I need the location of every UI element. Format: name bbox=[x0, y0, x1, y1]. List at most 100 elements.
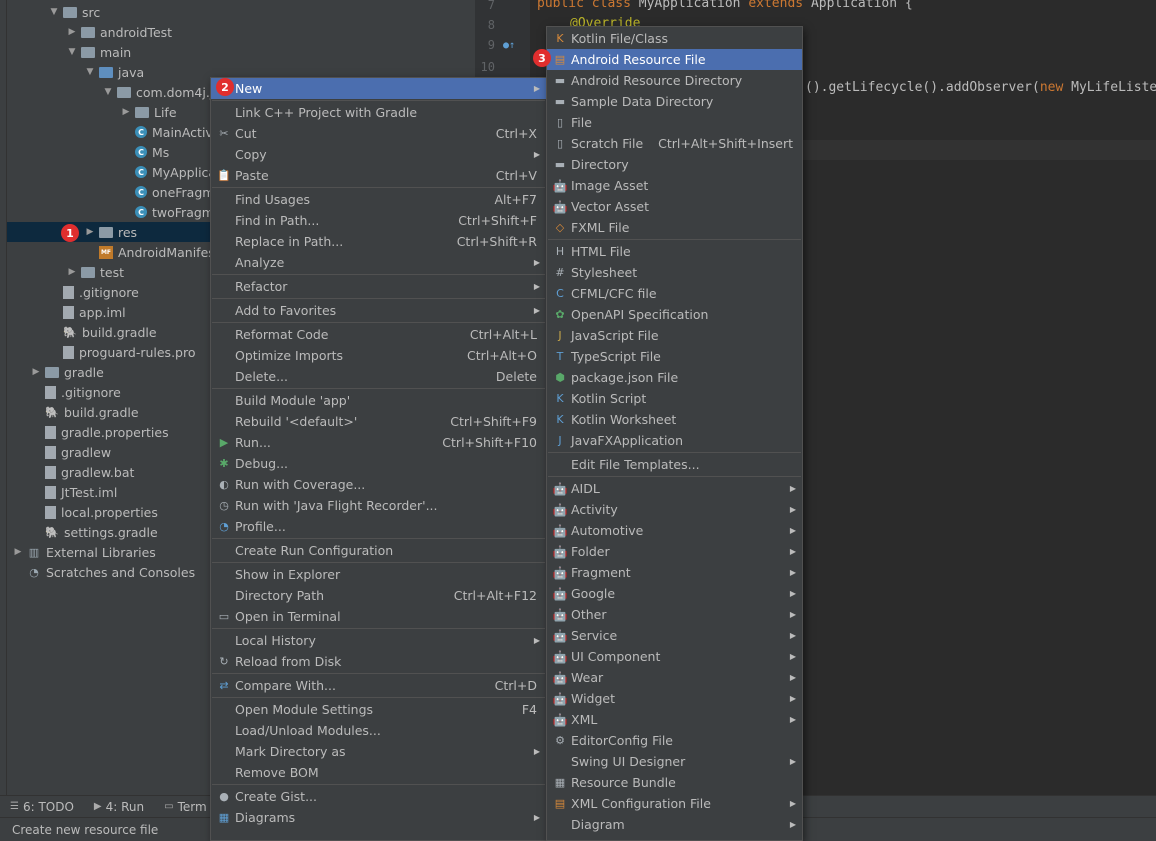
left-tool-strip[interactable] bbox=[0, 0, 7, 795]
cut-icon: ✂ bbox=[219, 127, 229, 140]
expand-down-icon[interactable]: ▼ bbox=[83, 67, 97, 77]
menu-item[interactable]: Swing UI Designer ▶ bbox=[547, 751, 802, 772]
menu-item[interactable]: ● Create Gist... bbox=[211, 786, 546, 807]
menu-item[interactable]: # Stylesheet bbox=[547, 262, 802, 283]
expand-down-icon[interactable]: ▼ bbox=[101, 87, 115, 97]
menu-item[interactable]: ▤ Android Resource File bbox=[547, 49, 802, 70]
menu-item[interactable]: ▭ Open in Terminal bbox=[211, 606, 546, 627]
menu-item[interactable]: ✱ Debug... bbox=[211, 453, 546, 474]
menu-item[interactable]: Remove BOM bbox=[211, 762, 546, 783]
menu-item[interactable]: Analyze ▶ bbox=[211, 252, 546, 273]
menu-item[interactable]: ▯ Scratch File Ctrl+Alt+Shift+Insert bbox=[547, 133, 802, 154]
menu-item[interactable]: H HTML File bbox=[547, 241, 802, 262]
menu-item[interactable]: ▬ Android Resource Directory bbox=[547, 70, 802, 91]
menu-item[interactable]: 🤖 Service ▶ bbox=[547, 625, 802, 646]
menu-item[interactable]: K Kotlin Script bbox=[547, 388, 802, 409]
menu-item[interactable]: Build Module 'app' bbox=[211, 390, 546, 411]
tree-node[interactable]: ▶ androidTest bbox=[7, 22, 475, 42]
menu-item[interactable]: K Kotlin Worksheet bbox=[547, 409, 802, 430]
menu-item[interactable]: J JavaFXApplication bbox=[547, 430, 802, 451]
menu-item[interactable]: Replace in Path... Ctrl+Shift+R bbox=[211, 231, 546, 252]
tool-tab[interactable]: ☰ 6: TODO bbox=[0, 800, 84, 814]
menu-item[interactable]: ▬ Sample Data Directory bbox=[547, 91, 802, 112]
menu-item[interactable]: Directory Path Ctrl+Alt+F12 bbox=[211, 585, 546, 606]
menu-item[interactable]: ⬢ package.json File bbox=[547, 367, 802, 388]
override-marker-icon[interactable]: ●↑ bbox=[503, 40, 515, 51]
menu-item[interactable]: Optimize Imports Ctrl+Alt+O bbox=[211, 345, 546, 366]
menu-item[interactable]: Create Run Configuration bbox=[211, 540, 546, 561]
menu-item[interactable]: New ▶ bbox=[211, 78, 546, 99]
menu-item[interactable]: Link C++ Project with Gradle bbox=[211, 102, 546, 123]
menu-item[interactable]: ◷ Run with 'Java Flight Recorder'... bbox=[211, 495, 546, 516]
menu-item[interactable]: ▬ Directory bbox=[547, 154, 802, 175]
expand-right-icon[interactable]: ▶ bbox=[65, 27, 79, 37]
menu-item[interactable]: C CFML/CFC file bbox=[547, 283, 802, 304]
menu-item[interactable]: ▦ Resource Bundle bbox=[547, 772, 802, 793]
menu-item[interactable]: ⚙ EditorConfig File bbox=[547, 730, 802, 751]
res-folder-icon bbox=[99, 226, 113, 238]
menu-item[interactable]: ▯ File bbox=[547, 112, 802, 133]
menu-item[interactable]: Delete... Delete bbox=[211, 366, 546, 387]
menu-item[interactable]: ◔ Profile... bbox=[211, 516, 546, 537]
menu-item-label: HTML File bbox=[571, 244, 631, 259]
menu-item[interactable]: 🤖 XML ▶ bbox=[547, 709, 802, 730]
expand-right-icon[interactable]: ▶ bbox=[65, 267, 79, 277]
menu-item[interactable]: J JavaScript File bbox=[547, 325, 802, 346]
menu-item-label: Show in Explorer bbox=[235, 567, 341, 582]
menu-item[interactable]: 🤖 Google ▶ bbox=[547, 583, 802, 604]
menu-item[interactable]: 🤖 Other ▶ bbox=[547, 604, 802, 625]
tool-tab[interactable]: ▶ 4: Run bbox=[84, 800, 154, 814]
kotlin-worksheet-icon: K bbox=[556, 413, 564, 426]
menu-item[interactable]: Find Usages Alt+F7 bbox=[211, 189, 546, 210]
menu-item[interactable]: 🤖 Vector Asset bbox=[547, 196, 802, 217]
menu-item[interactable]: Reformat Code Ctrl+Alt+L bbox=[211, 324, 546, 345]
menu-item[interactable]: 📋 Paste Ctrl+V bbox=[211, 165, 546, 186]
menu-item[interactable]: Open Module Settings F4 bbox=[211, 699, 546, 720]
menu-item[interactable]: Edit File Templates... bbox=[547, 454, 802, 475]
menu-item[interactable]: Load/Unload Modules... bbox=[211, 720, 546, 741]
menu-item[interactable]: 🤖 Wear ▶ bbox=[547, 667, 802, 688]
menu-item[interactable]: Show in Explorer bbox=[211, 564, 546, 585]
file-icon bbox=[45, 385, 56, 399]
menu-item[interactable]: 🤖 Widget ▶ bbox=[547, 688, 802, 709]
menu-item[interactable]: ✂ Cut Ctrl+X bbox=[211, 123, 546, 144]
menu-item[interactable]: K Kotlin File/Class bbox=[547, 28, 802, 49]
menu-item[interactable]: 🤖 Automotive ▶ bbox=[547, 520, 802, 541]
menu-item[interactable]: ◇ FXML File bbox=[547, 217, 802, 238]
expand-right-icon[interactable]: ▶ bbox=[11, 547, 25, 557]
menu-item[interactable]: T TypeScript File bbox=[547, 346, 802, 367]
expand-right-icon[interactable]: ▶ bbox=[83, 227, 97, 237]
menu-item[interactable]: Local History ▶ bbox=[211, 630, 546, 651]
menu-item[interactable]: 🤖 Folder ▶ bbox=[547, 541, 802, 562]
menu-item[interactable]: 🤖 Activity ▶ bbox=[547, 499, 802, 520]
menu-item[interactable]: ↻ Reload from Disk bbox=[211, 651, 546, 672]
menu-item[interactable]: ◐ Run with Coverage... bbox=[211, 474, 546, 495]
tree-node[interactable]: ▼ src bbox=[7, 2, 475, 22]
expand-right-icon[interactable]: ▶ bbox=[29, 367, 43, 377]
menu-item[interactable]: ✿ OpenAPI Specification bbox=[547, 304, 802, 325]
expand-down-icon[interactable]: ▼ bbox=[65, 47, 79, 57]
menu-item[interactable]: ▶ Run... Ctrl+Shift+F10 bbox=[211, 432, 546, 453]
menu-item[interactable]: ▦ Diagrams ▶ bbox=[211, 807, 546, 828]
tree-node[interactable]: ▼ main bbox=[7, 42, 475, 62]
expand-down-icon[interactable]: ▼ bbox=[47, 7, 61, 17]
menu-item[interactable]: 🤖 Image Asset bbox=[547, 175, 802, 196]
line-number: 10 bbox=[480, 60, 495, 74]
menu-item[interactable]: Find in Path... Ctrl+Shift+F bbox=[211, 210, 546, 231]
menu-item[interactable]: 🤖 AIDL ▶ bbox=[547, 478, 802, 499]
menu-item[interactable]: Add to Favorites ▶ bbox=[211, 300, 546, 321]
expand-right-icon[interactable]: ▶ bbox=[119, 107, 133, 117]
menu-item[interactable]: 🤖 Fragment ▶ bbox=[547, 562, 802, 583]
menu-item[interactable]: Copy ▶ bbox=[211, 144, 546, 165]
menu-item[interactable]: 🤖 UI Component ▶ bbox=[547, 646, 802, 667]
menu-item[interactable]: Refactor ▶ bbox=[211, 276, 546, 297]
menu-item[interactable]: ⇄ Compare With... Ctrl+D bbox=[211, 675, 546, 696]
menu-item[interactable]: Mark Directory as ▶ bbox=[211, 741, 546, 762]
terminal-icon: ▭ bbox=[164, 801, 174, 812]
menu-item[interactable]: Diagram ▶ bbox=[547, 814, 802, 835]
menu-item[interactable]: Rebuild '<default>' Ctrl+Shift+F9 bbox=[211, 411, 546, 432]
tool-tab[interactable]: ▭ Term bbox=[154, 800, 217, 814]
menu-item[interactable]: ▤ XML Configuration File ▶ bbox=[547, 793, 802, 814]
android-icon: 🤖 bbox=[552, 712, 568, 727]
gradle-icon: 🐘 bbox=[45, 525, 59, 539]
